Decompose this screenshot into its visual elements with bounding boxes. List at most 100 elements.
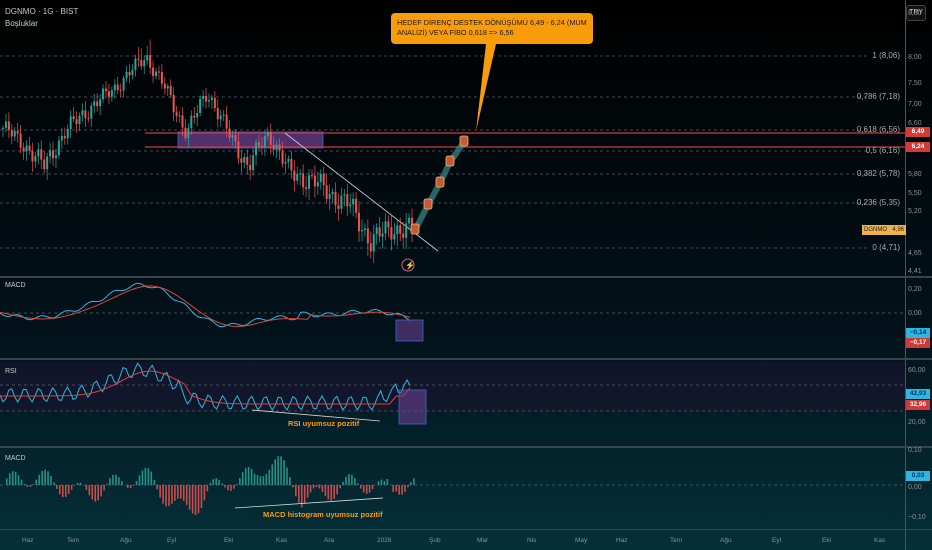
pane-separator[interactable] [0,446,932,448]
target-annotation[interactable]: HEDEF DİRENÇ DESTEK DÖNÜŞÜMÜ 6,49 - 6,24… [391,13,593,44]
hist-axis-label: −0,10 [908,514,926,521]
histogram-bar [315,485,318,488]
candle-body [263,136,266,148]
price-axis-label: 5,80 [908,171,922,178]
histogram-bar [97,485,99,501]
histogram-bar [144,467,147,485]
candle-body [378,227,381,237]
histogram-bar [85,485,88,490]
candle-body [125,72,128,79]
histogram-bar [79,482,82,485]
histogram-bar [239,477,241,485]
time-axis-label: Kas [276,537,288,544]
histogram-bar [404,485,406,492]
candle-body [57,140,60,156]
candle-body [366,228,369,244]
candle-body [240,158,243,163]
time-axis-label: Eki [224,537,234,544]
histogram-bar [383,480,386,485]
histogram-bar [203,485,206,501]
candle-body [299,173,302,175]
histogram-bar [413,478,415,485]
histogram-bar [91,485,94,500]
histogram-bar [250,469,253,485]
candle-body [84,110,87,119]
histogram-bar [162,485,164,504]
candle-body [122,78,125,91]
macd-value-badge: −0,14 [906,328,930,338]
histogram-bar [218,479,220,485]
price-axis-label: 7,50 [908,80,922,87]
histogram-bar [312,485,315,489]
candle-body [213,97,216,109]
time-axis-label: Ağu [720,537,732,544]
time-axis-label: Nis [527,537,537,544]
candle-body [343,194,346,196]
candle-body [54,155,57,159]
annotation-pointer [476,44,496,131]
candle-body [222,114,225,116]
histogram-bar [318,485,321,489]
histogram-bar [129,485,132,489]
pane-separator[interactable] [0,358,932,360]
histogram-bar [29,485,32,487]
candle-body [302,173,305,188]
pane-separator[interactable] [0,276,932,278]
candle-body [169,85,172,95]
time-axis-label: Eyl [167,537,177,544]
candle-body [2,127,4,129]
rsi-divergence-note[interactable]: RSI uyumsuz pozitif [288,419,359,428]
candle-body [387,221,390,228]
candle-body [290,158,293,171]
candle-body [284,161,287,164]
price-axis-label: 7,00 [908,101,922,108]
histogram-bar [295,485,297,497]
histogram-bar [283,460,285,485]
histogram-bar [44,469,46,485]
histogram-bar [59,485,61,495]
price-axis-label: 4,41 [908,268,922,275]
histogram-bar [395,485,397,492]
histogram-bar [259,476,262,485]
candle-body [205,95,208,102]
histogram-bar [156,485,158,490]
candle-body [149,55,152,68]
chart-canvas[interactable]: ⚡ [0,0,932,550]
histogram-bar [333,485,335,499]
histogram-bar [174,485,176,501]
histogram-bar [280,456,282,485]
candle-body [237,141,240,159]
lightning-icon: ⚡ [405,260,415,270]
histogram-bar [265,473,268,485]
histogram-bar [38,474,40,485]
candle-body [13,131,16,137]
histogram-bar [342,481,344,485]
histogram-bar [17,475,20,485]
hist-pane-title: MACD [5,455,26,462]
candle-body [178,115,181,117]
histogram-bar [138,475,141,485]
last-price-badge: DGNMO 4,96 [862,225,906,235]
histogram-bar [215,478,217,485]
last-price-value: 4,96 [892,227,904,233]
price-axis-label: 5,20 [908,208,922,215]
histogram-bar [23,484,26,485]
candle-body [272,144,275,150]
histogram-bar [241,472,244,485]
fib-level-label: 0,618 (6,56) [856,125,900,134]
time-axis-label: May [575,537,588,544]
histogram-bar [244,468,247,485]
histogram-bar [339,485,341,489]
candle-body [408,217,411,224]
candle-body [152,67,155,77]
histogram-bar [185,485,188,505]
candle-body [155,71,158,77]
histogram-bar [191,485,194,514]
macd-pane-title: MACD [5,282,26,289]
histogram-bar [100,485,102,497]
histogram-bar [392,485,394,492]
candle-body [22,147,25,152]
signal-line [0,285,411,327]
hist-divergence-note[interactable]: MACD histogram uyumsuz pozitif [263,510,383,519]
candle-body [69,116,72,130]
